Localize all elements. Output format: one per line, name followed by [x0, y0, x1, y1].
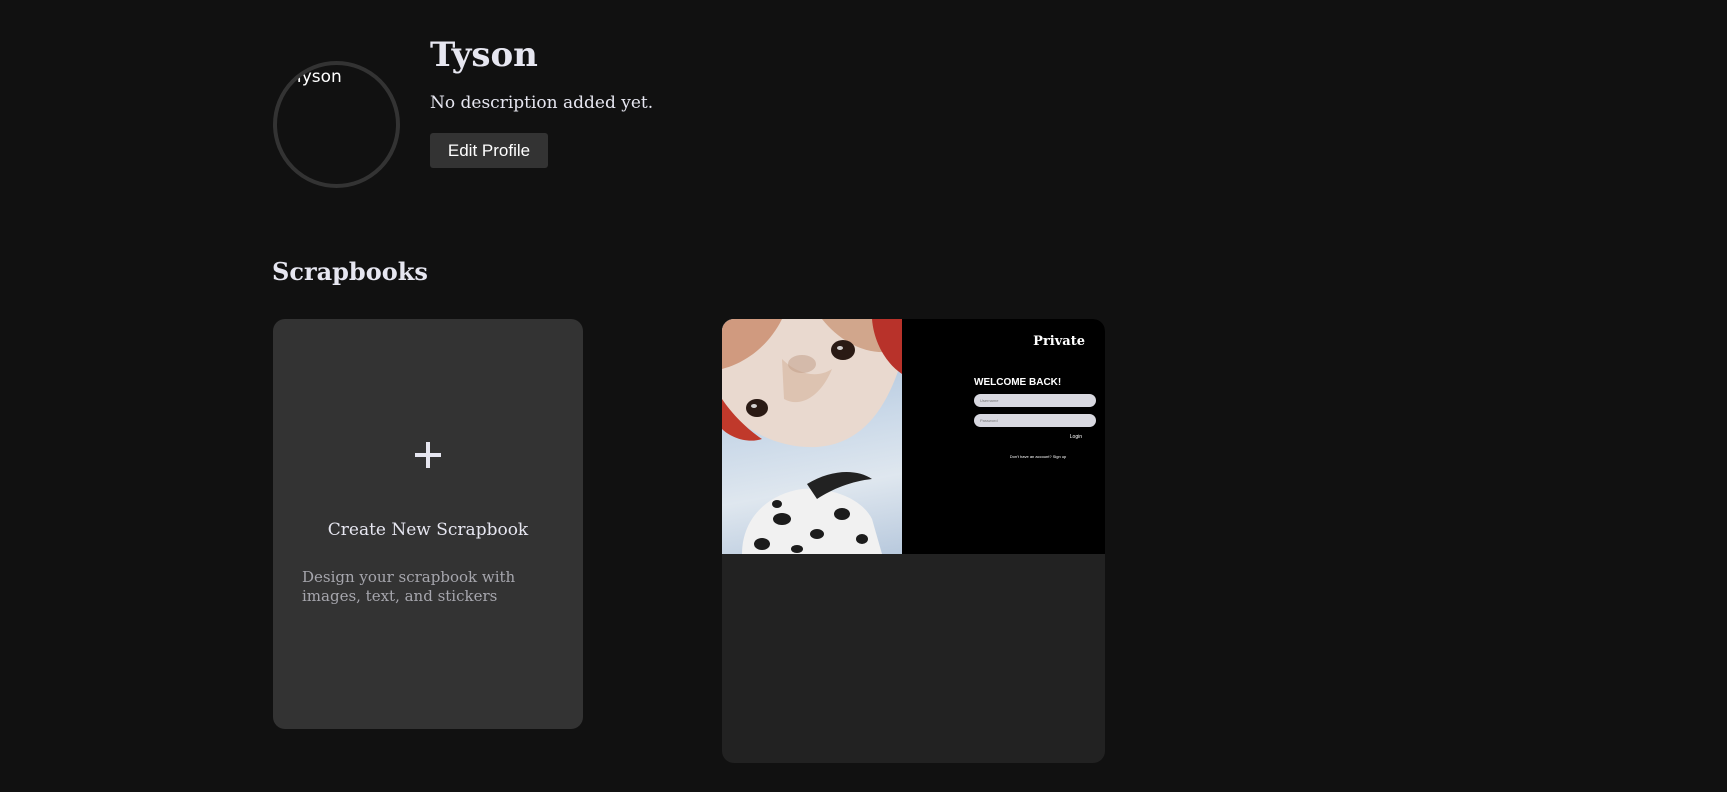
profile-description: No description added yet. [430, 93, 654, 113]
profile-page: Tyson Tyson No description added yet. Ed… [0, 0, 1727, 792]
edit-profile-button[interactable]: Edit Profile [430, 133, 548, 168]
thumbnail-login-preview: WELCOME BACK! Username Password Login Do… [974, 377, 1098, 459]
profile-name: Tyson [430, 35, 538, 75]
thumbnail-username-field: Username [974, 394, 1096, 407]
avatar[interactable]: Tyson [273, 61, 400, 188]
thumbnail-signup-text: Don't have an account? Sign up [1009, 454, 1067, 459]
dog-photo-image [722, 319, 902, 554]
scrapbook-card[interactable]: Private WELCOME BACK! Username Password … [722, 319, 1105, 763]
thumbnail-login-button: Login [1069, 434, 1082, 440]
section-title-scrapbooks: Scrapbooks [272, 257, 428, 286]
thumbnail-heading: WELCOME BACK! [974, 377, 1062, 388]
visibility-label: Private [1033, 334, 1085, 349]
plus-icon [414, 441, 442, 469]
avatar-alt-text: Tyson [294, 67, 342, 87]
create-scrapbook-card[interactable]: Create New Scrapbook Design your scrapbo… [273, 319, 583, 729]
create-scrapbook-title: Create New Scrapbook [327, 520, 529, 540]
thumbnail-password-field: Password [974, 414, 1096, 427]
scrapbook-thumbnail: Private WELCOME BACK! Username Password … [722, 319, 1105, 554]
create-scrapbook-subtitle: Design your scrapbook with images, text,… [302, 568, 516, 605]
